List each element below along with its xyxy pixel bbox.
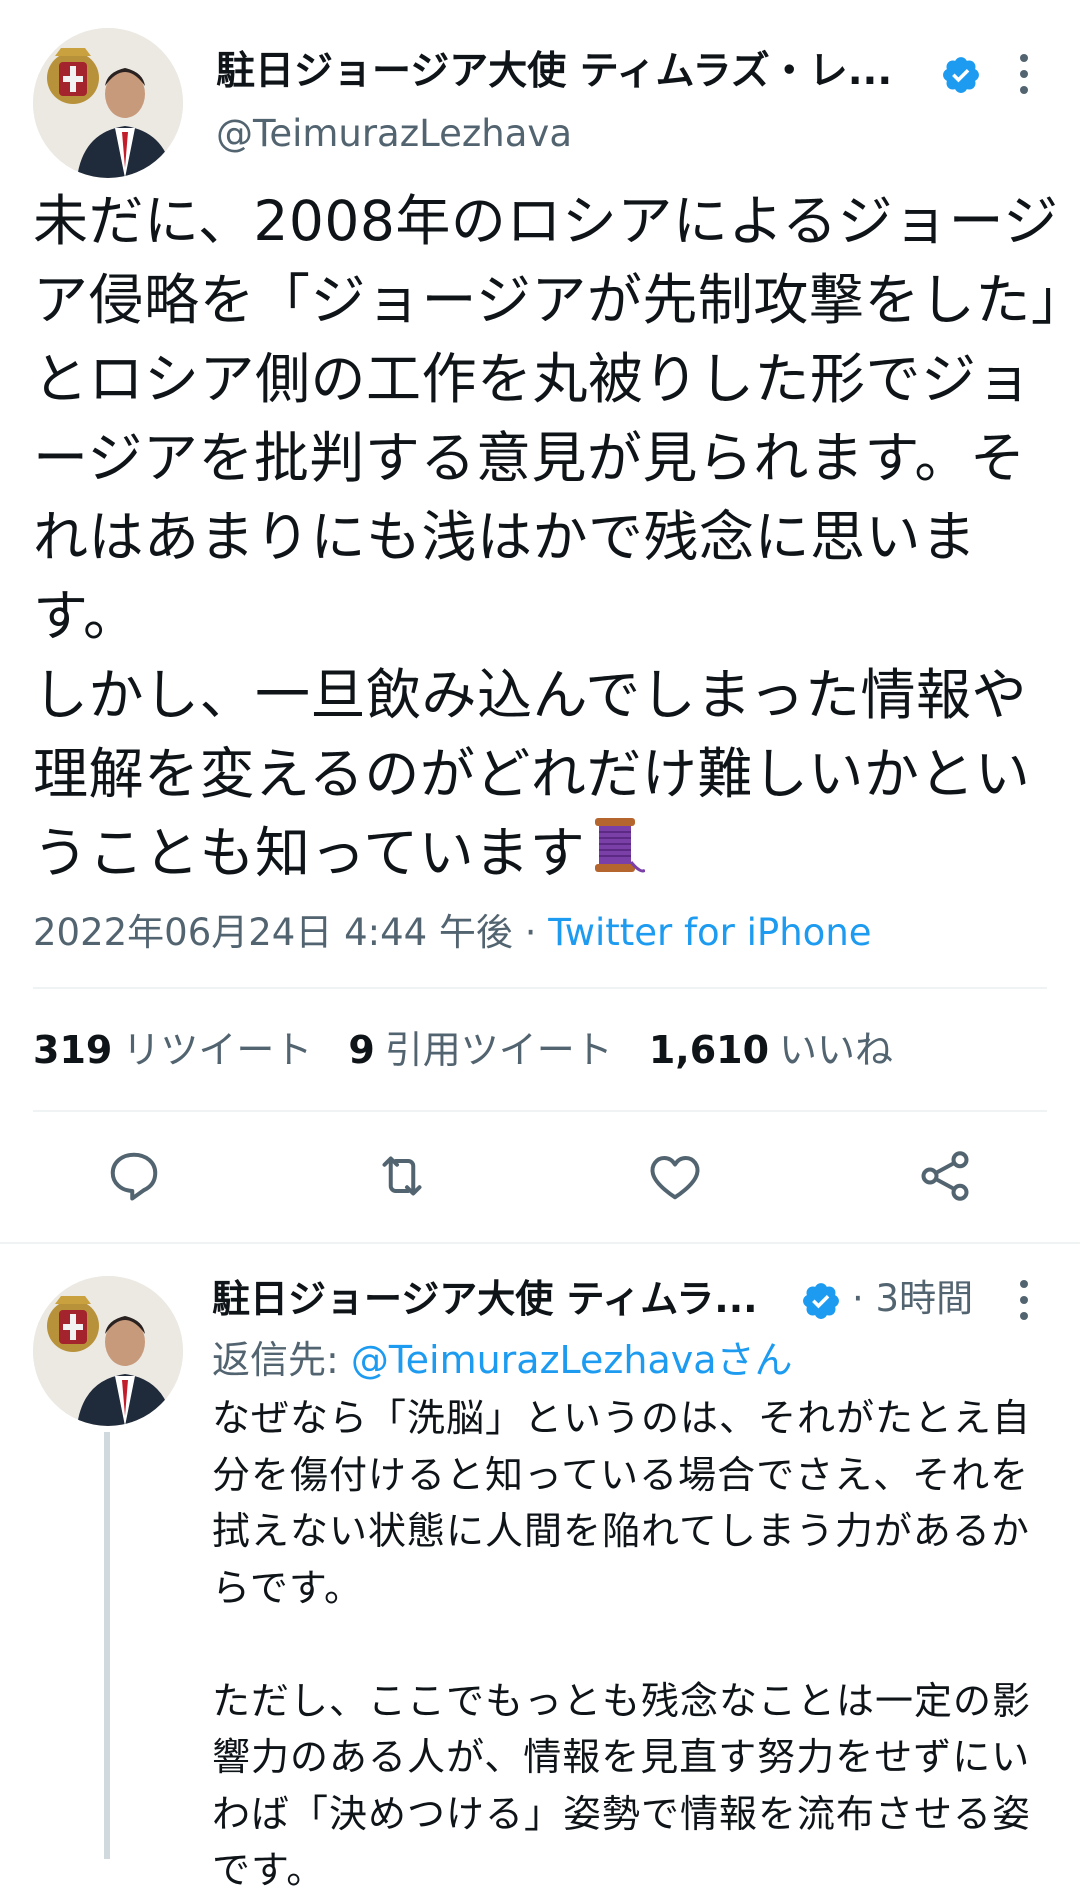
divider (33, 987, 1047, 989)
like-label: いいね (779, 1028, 894, 1072)
retweet-icon[interactable] (372, 1146, 432, 1206)
main-tweet: 駐日ジョージア大使 ティムラズ・レ... @TeimurazLezhava 未だ… (0, 0, 1080, 1244)
source-link[interactable]: Twitter for iPhone (548, 911, 871, 954)
more-options-icon[interactable] (1016, 1278, 1032, 1322)
reply-text: なぜなら「洗脳」というのは、それがたとえ自分を傷付けると知っている場合でさえ、そ… (212, 1396, 1032, 1892)
quote-count: 9 (348, 1028, 375, 1072)
like-icon[interactable] (645, 1146, 705, 1206)
retweet-stat[interactable]: 319 リツイート (33, 1028, 348, 1072)
share-icon[interactable] (915, 1146, 975, 1206)
avatar[interactable] (33, 28, 183, 178)
author-name[interactable]: 駐日ジョージア大使 ティムラズ・レ... (216, 42, 916, 102)
spool-of-thread-icon (595, 818, 646, 873)
like-stat[interactable]: 1,610 いいね (649, 1028, 929, 1072)
reply-to-line: 返信先: @TeimurazLezhavaさん (212, 1330, 793, 1390)
verified-badge-icon (803, 1283, 839, 1319)
tweet-text: 未だに、2008年のロシアによるジョージア侵略を「ジョージアが先制攻撃をした」と… (33, 182, 1063, 893)
thread-line (104, 1432, 110, 1859)
tweet-stats: 319 リツイート 9 引用ツイート 1,610 いいね (33, 1020, 929, 1080)
retweet-label: リツイート (122, 1028, 313, 1072)
reply-author-name[interactable]: 駐日ジョージア大使 ティムラ... (212, 1268, 782, 1330)
quote-label: 引用ツイート (384, 1028, 613, 1072)
action-bar (0, 1146, 1080, 1210)
tweet-meta: 2022年06月24日 4:44 午後 · Twitter for iPhone (33, 906, 872, 960)
reply-time[interactable]: · 3時間 (852, 1268, 973, 1330)
more-options-icon[interactable] (1016, 52, 1032, 96)
retweet-count: 319 (33, 1028, 113, 1072)
reply-to-label: 返信先: (212, 1338, 351, 1382)
reply-icon[interactable] (104, 1146, 164, 1206)
verified-badge-icon (943, 57, 979, 93)
meta-separator: · (512, 911, 549, 954)
reply-to-mention[interactable]: @TeimurazLezhavaさん (351, 1338, 793, 1382)
tweet-text-content: 未だに、2008年のロシアによるジョージア侵略を「ジョージアが先制攻撃をした」と… (33, 189, 1059, 885)
timestamp[interactable]: 2022年06月24日 4:44 午後 (33, 911, 513, 954)
quote-stat[interactable]: 9 引用ツイート (348, 1028, 648, 1072)
divider (33, 1110, 1047, 1112)
reply-avatar[interactable] (33, 1276, 183, 1426)
author-handle[interactable]: @TeimurazLezhava (216, 106, 572, 162)
section-separator (0, 1242, 1080, 1244)
like-count: 1,610 (648, 1028, 770, 1072)
